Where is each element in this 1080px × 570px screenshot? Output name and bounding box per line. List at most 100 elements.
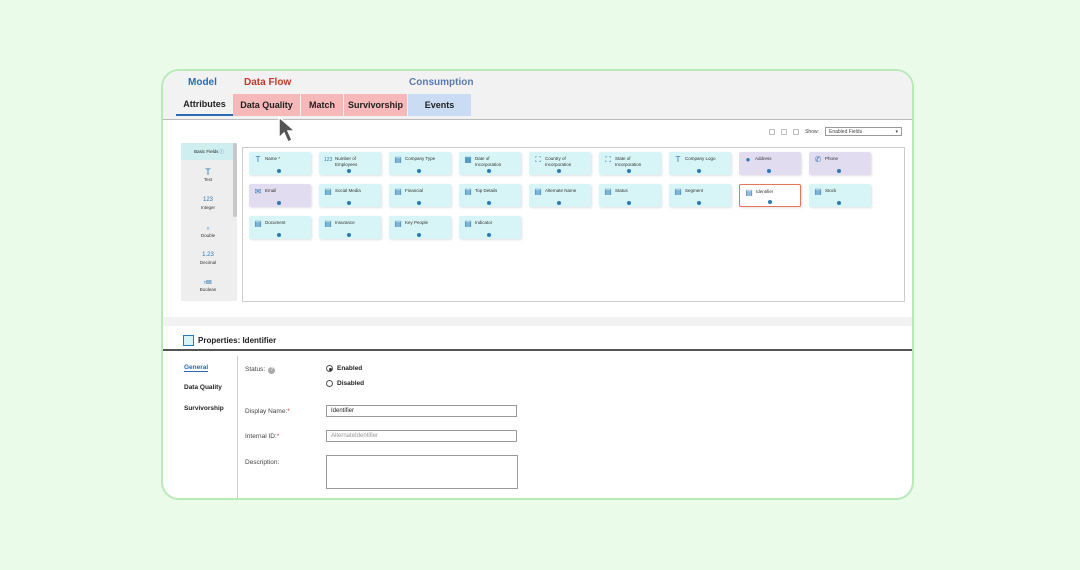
field-card[interactable]: ▤ Key People (389, 216, 451, 239)
field-card-handle-icon[interactable] (417, 201, 421, 205)
field-card[interactable]: ▤ Segment (669, 184, 731, 207)
field-type-icon: ▤ (604, 187, 612, 196)
field-type-icon: ● (745, 155, 751, 164)
group-consumption[interactable]: Consumption (409, 77, 473, 88)
field-card-handle-icon[interactable] (557, 201, 561, 205)
field-card[interactable]: ▤ Document (249, 216, 311, 239)
field-card-handle-icon[interactable] (487, 201, 491, 205)
radio-button[interactable] (326, 365, 333, 372)
field-card[interactable]: T Company Logo (669, 152, 731, 175)
info-icon: ⓘ (219, 148, 224, 154)
field-card[interactable]: ▤ Top Details (459, 184, 521, 207)
show-label: Show: (805, 128, 819, 135)
field-card-handle-icon[interactable] (487, 233, 491, 237)
field-card-handle-icon[interactable] (277, 169, 281, 173)
field-card[interactable]: ▤ Financial (389, 184, 451, 207)
internal-id-field[interactable]: AlternateIdentifier (326, 430, 517, 442)
field-card[interactable]: ▤ Stock (809, 184, 871, 207)
radio-button[interactable] (326, 380, 333, 387)
palette-item-boolean[interactable]: ≔ Boolean (181, 277, 235, 292)
field-card[interactable]: ● Address (739, 152, 801, 175)
header-divider (163, 119, 912, 120)
field-card-handle-icon[interactable] (837, 201, 841, 205)
palette-scrollbar[interactable] (233, 143, 237, 217)
field-card-handle-icon[interactable] (347, 169, 351, 173)
display-name-field[interactable]: Identifier (326, 405, 517, 417)
show-value: Enabled Fields (829, 128, 863, 135)
field-card[interactable]: ▤ Status (599, 184, 661, 207)
tab-events[interactable]: Events (408, 94, 471, 116)
nav-general[interactable]: General (184, 364, 209, 372)
field-card-handle-icon[interactable] (277, 233, 281, 237)
field-card-handle-icon[interactable] (627, 169, 631, 173)
palette-item-label: Double (200, 233, 216, 238)
status-disabled-radio[interactable]: Disabled (326, 380, 364, 387)
properties-title: Properties: Identifier (198, 336, 277, 345)
field-card-label: Address (755, 156, 772, 161)
field-type-icon: ▤ (394, 187, 402, 196)
field-card[interactable]: ▤ Insurance (319, 216, 381, 239)
field-card-handle-icon[interactable] (697, 201, 701, 205)
field-card[interactable]: ▤ Social Media (319, 184, 381, 207)
field-card[interactable]: T Name * (249, 152, 311, 175)
chevron-down-icon: ▾ (895, 128, 898, 135)
field-card-handle-icon[interactable] (417, 169, 421, 173)
mouse-cursor-icon (278, 116, 297, 144)
required-mark: * (287, 408, 290, 415)
field-card-handle-icon[interactable] (767, 169, 771, 173)
field-card-label: Indicator (475, 220, 493, 225)
undo-icon[interactable] (781, 128, 788, 135)
description-textarea[interactable] (326, 455, 518, 489)
field-card[interactable]: 123 Number of Employees (319, 152, 381, 175)
field-card-handle-icon[interactable] (347, 233, 351, 237)
field-type-icon: ▤ (394, 155, 402, 164)
field-card-label: Date of Incorporation (475, 156, 502, 167)
palette-item-integer[interactable]: 123 Integer (181, 195, 235, 210)
palette-header: Basic Fields ⓘ (181, 143, 237, 160)
field-card[interactable]: ✆ Phone (809, 152, 871, 175)
field-card-handle-icon[interactable] (768, 200, 772, 204)
field-card-label: Key People (405, 220, 429, 225)
help-icon[interactable]: ? (268, 367, 276, 374)
field-card[interactable]: ⛶ State of Incorporation (599, 152, 661, 175)
tab-survivorship[interactable]: Survivorship (344, 94, 407, 116)
search-icon[interactable] (793, 128, 800, 135)
group-data-flow[interactable]: Data Flow (244, 77, 291, 88)
palette-item-label: Integer (200, 205, 215, 210)
field-card[interactable]: ▤ Alternate Name (529, 184, 591, 207)
nav-survivorship[interactable]: Survivorship (184, 405, 224, 412)
field-card[interactable]: ▤ Identifier (739, 184, 801, 207)
display-name-label: Display Name:* (245, 408, 290, 415)
tab-data-quality[interactable]: Data Quality (233, 94, 300, 116)
field-card-label: Segment (685, 188, 704, 193)
show-select[interactable]: Enabled Fields ▾ (825, 127, 902, 136)
field-card[interactable]: ✉ Email (249, 184, 311, 207)
tab-attributes[interactable]: Attributes (176, 94, 233, 116)
field-card-handle-icon[interactable] (837, 169, 841, 173)
field-card-handle-icon[interactable] (557, 169, 561, 173)
palette-item-decimal[interactable]: 1.23 Decimal (181, 250, 235, 265)
properties-divider (163, 349, 912, 351)
delete-icon[interactable] (769, 128, 776, 135)
field-card-handle-icon[interactable] (697, 169, 701, 173)
tab-match[interactable]: Match (301, 94, 343, 116)
group-model[interactable]: Model (188, 77, 217, 88)
field-card-label: Top Details (475, 188, 498, 193)
field-card[interactable]: ⛶ Country of Incorporation (529, 152, 591, 175)
nav-data-quality[interactable]: Data Quality (184, 384, 222, 391)
double-icon: ◦ (206, 223, 210, 233)
field-card-handle-icon[interactable] (627, 201, 631, 205)
entity-icon (183, 335, 194, 346)
field-card[interactable]: ▤ Indicator (459, 216, 521, 239)
field-card-handle-icon[interactable] (417, 233, 421, 237)
field-card-handle-icon[interactable] (347, 201, 351, 205)
palette-item-double[interactable]: ◦ Double (181, 223, 235, 238)
field-card-handle-icon[interactable] (487, 169, 491, 173)
field-card-label: Email (265, 188, 277, 193)
status-enabled-radio[interactable]: Enabled (326, 365, 362, 372)
palette-item-text[interactable]: T Text (181, 167, 235, 182)
field-card[interactable]: ▤ Company Type (389, 152, 451, 175)
field-card-handle-icon[interactable] (277, 201, 281, 205)
field-card-label: Status (615, 188, 628, 193)
field-card[interactable]: ▦ Date of Incorporation (459, 152, 521, 175)
